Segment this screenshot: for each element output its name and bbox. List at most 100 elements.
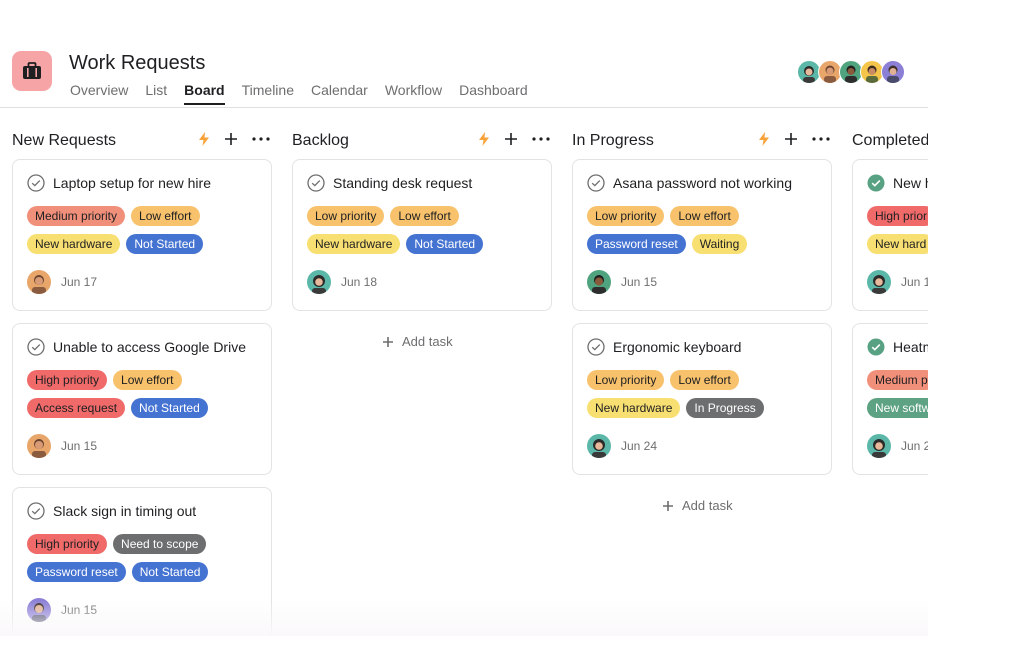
task-title: Asana password not working [613, 175, 792, 191]
status-tag: Waiting [691, 234, 748, 254]
briefcase-icon [23, 62, 41, 79]
lightning-icon[interactable] [198, 132, 210, 146]
task-title: Heatm [893, 339, 928, 355]
column-header: Completed [852, 124, 928, 158]
add-icon [383, 336, 393, 347]
tab-workflow[interactable]: Workflow [385, 82, 442, 105]
tab-overview[interactable]: Overview [70, 82, 128, 105]
project-members[interactable] [797, 60, 905, 84]
column-title: Completed [852, 132, 928, 149]
assignee-avatar[interactable] [587, 270, 611, 294]
more-icon[interactable] [252, 137, 270, 141]
status-tag: In Progress [686, 398, 764, 418]
effort-tag: Low effort [113, 370, 182, 390]
task-title: Standing desk request [333, 175, 473, 191]
priority-tag: Medium priority [27, 206, 126, 226]
due-date: Jun 24 [621, 439, 658, 453]
assignee-avatar[interactable] [867, 434, 891, 458]
effort-tag: Low effort [131, 206, 200, 226]
column-actions [198, 132, 270, 146]
tab-timeline[interactable]: Timeline [242, 82, 294, 105]
check-circle-icon[interactable] [27, 338, 45, 356]
task-card[interactable]: Unable to access Google Drive High prior… [12, 323, 272, 475]
task-card[interactable]: New h High prior New hard Jun 1 [852, 159, 928, 311]
check-circle-icon[interactable] [587, 174, 605, 192]
add-task-button[interactable]: Add task [662, 498, 733, 513]
status-tag: Not Started [126, 234, 204, 254]
priority-tag: Low priority [307, 206, 385, 226]
check-circle-icon[interactable] [27, 502, 45, 520]
task-card[interactable]: Standing desk request Low priority Low e… [292, 159, 552, 311]
check-circle-icon[interactable] [27, 174, 45, 192]
check-circle-filled-icon[interactable] [867, 338, 885, 356]
tab-list[interactable]: List [145, 82, 167, 105]
effort-tag: Need to scope [113, 534, 207, 554]
task-title: Laptop setup for new hire [53, 175, 211, 191]
type-tag: Password reset [587, 234, 686, 254]
task-title: Unable to access Google Drive [53, 339, 246, 355]
more-icon[interactable] [812, 137, 830, 141]
assignee-avatar[interactable] [307, 270, 331, 294]
lightning-icon[interactable] [758, 132, 770, 146]
priority-tag: Low priority [587, 370, 665, 390]
column-title: New Requests [12, 132, 117, 149]
type-tag: New hardware [27, 234, 121, 254]
task-card[interactable]: Asana password not working Low priority … [572, 159, 832, 311]
priority-tag: Medium p [867, 370, 928, 390]
add-icon[interactable] [224, 132, 238, 146]
app-window: Work Requests Overview List Board Timeli… [0, 0, 928, 636]
effort-tag: Low effort [670, 206, 739, 226]
task-title: Slack sign in timing out [53, 503, 197, 519]
status-tag: Not Started [131, 398, 208, 418]
due-date: Jun 1 [901, 275, 928, 289]
add-task-label: Add task [402, 334, 453, 349]
assignee-avatar[interactable] [27, 598, 51, 622]
tab-board[interactable]: Board [184, 82, 225, 105]
tab-calendar[interactable]: Calendar [311, 82, 368, 105]
add-task-button[interactable]: Add task [382, 334, 453, 349]
lightning-icon[interactable] [478, 132, 490, 146]
project-icon[interactable] [12, 51, 52, 91]
task-title: New h [893, 175, 928, 191]
more-icon[interactable] [532, 137, 550, 141]
column-header: Backlog [292, 124, 552, 158]
assignee-avatar[interactable] [27, 270, 51, 294]
type-tag: New softw [867, 398, 928, 418]
type-tag: New hardware [587, 398, 681, 418]
task-card[interactable]: Heatm Medium p New softw Jun 2 [852, 323, 928, 475]
header-divider [0, 107, 928, 108]
priority-tag: High prior [867, 206, 928, 226]
column-actions [758, 132, 830, 146]
status-tag: Not Started [406, 234, 484, 254]
assignee-avatar[interactable] [867, 270, 891, 294]
effort-tag: Low effort [390, 206, 459, 226]
column-header: New Requests [12, 124, 272, 158]
task-card[interactable]: Ergonomic keyboard Low priority Low effo… [572, 323, 832, 475]
page-margin-right [928, 0, 1024, 658]
page-margin-bottom [0, 636, 1024, 658]
add-icon[interactable] [784, 132, 798, 146]
add-icon[interactable] [504, 132, 518, 146]
due-date: Jun 18 [341, 275, 378, 289]
assignee-avatar[interactable] [27, 434, 51, 458]
check-circle-filled-icon[interactable] [867, 174, 885, 192]
member-avatar[interactable] [881, 60, 905, 84]
project-title[interactable]: Work Requests [69, 52, 205, 75]
column-title: Backlog [292, 132, 349, 149]
due-date: Jun 17 [61, 275, 98, 289]
column-backlog: Backlog Standing desk request Low priori… [292, 124, 552, 349]
check-circle-icon[interactable] [587, 338, 605, 356]
type-tag: Access request [27, 398, 126, 418]
type-tag: New hard [867, 234, 928, 254]
tab-dashboard[interactable]: Dashboard [459, 82, 528, 105]
check-circle-icon[interactable] [307, 174, 325, 192]
add-icon [663, 500, 673, 511]
task-card[interactable]: Laptop setup for new hire Medium priorit… [12, 159, 272, 311]
task-card[interactable]: Slack sign in timing out High priority N… [12, 487, 272, 636]
type-tag: Password reset [27, 562, 126, 582]
due-date: Jun 15 [621, 275, 658, 289]
type-tag: New hardware [307, 234, 401, 254]
assignee-avatar[interactable] [587, 434, 611, 458]
due-date: Jun 15 [61, 603, 98, 617]
priority-tag: High priority [27, 534, 108, 554]
